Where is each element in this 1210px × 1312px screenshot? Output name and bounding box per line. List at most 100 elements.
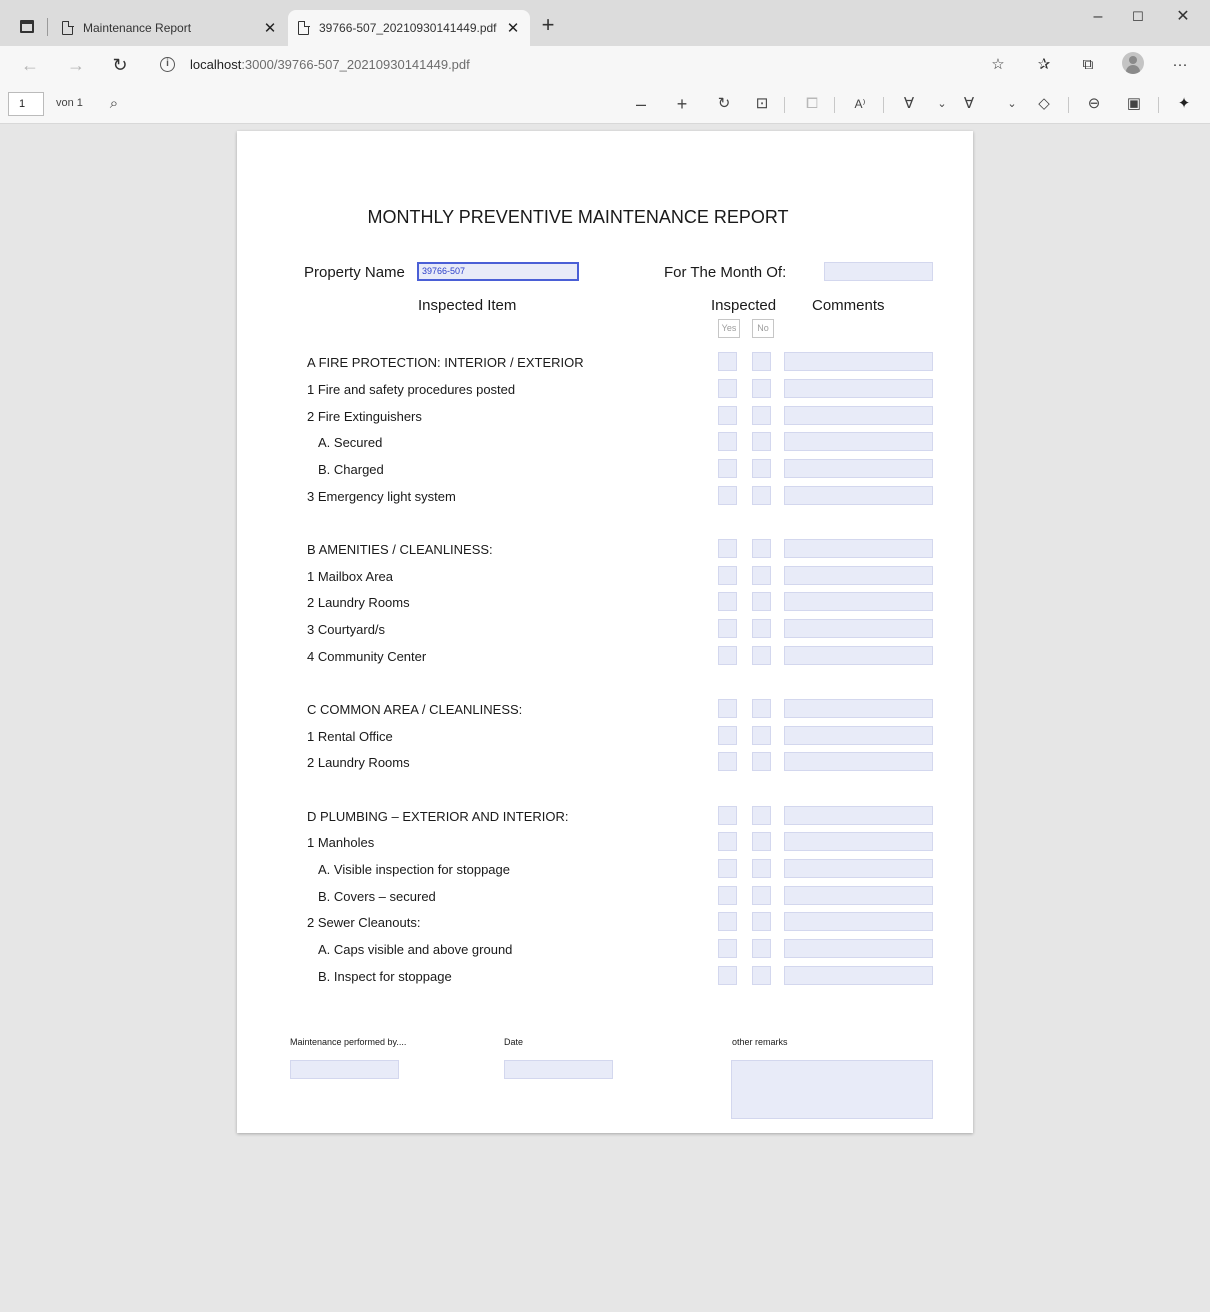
yes-checkbox[interactable] [718,432,737,451]
yes-checkbox[interactable] [718,406,737,425]
close-icon[interactable]: ✕ [259,19,281,37]
profile-avatar[interactable] [1122,52,1144,74]
date-field[interactable] [504,1060,613,1079]
comment-field[interactable] [784,459,933,478]
comment-field[interactable] [784,939,933,958]
no-checkbox[interactable] [752,859,771,878]
yes-checkbox[interactable] [718,886,737,905]
remarks-field[interactable] [731,1060,933,1119]
comment-field[interactable] [784,539,933,558]
chevron-down-icon[interactable]: ⌄ [928,90,956,118]
comment-field[interactable] [784,806,933,825]
no-checkbox[interactable] [752,592,771,611]
close-window-button[interactable]: ✕ [1163,6,1203,30]
page-number-input[interactable]: 1 [8,92,44,116]
no-checkbox[interactable] [752,432,771,451]
zoom-out-icon[interactable]: – [627,90,655,118]
no-checkbox[interactable] [752,966,771,985]
draw-icon[interactable]: ∀ [895,90,923,118]
no-checkbox[interactable] [752,912,771,931]
yes-checkbox[interactable] [718,699,737,718]
no-checkbox[interactable] [752,406,771,425]
yes-checkbox[interactable] [718,486,737,505]
performed-by-field[interactable] [290,1060,399,1079]
no-checkbox[interactable] [752,726,771,745]
yes-checkbox[interactable] [718,939,737,958]
comment-field[interactable] [784,832,933,851]
no-checkbox[interactable] [752,646,771,665]
chevron-down-icon[interactable]: ⌄ [998,90,1026,118]
save-icon[interactable]: ▣ [1120,90,1148,118]
tab-pdf[interactable]: 39766-507_20210930141449.pdf ✕ [288,10,530,46]
yes-checkbox[interactable] [718,832,737,851]
no-checkbox[interactable] [752,832,771,851]
no-checkbox[interactable] [752,886,771,905]
no-checkbox[interactable] [752,699,771,718]
collections-icon[interactable]: ⧉ [1074,51,1102,79]
erase-icon[interactable]: ◇ [1030,90,1058,118]
url-field[interactable]: localhost:3000/39766-507_20210930141449.… [190,57,470,72]
maximize-button[interactable]: ☐ [1118,6,1158,30]
tab-maintenance-report[interactable]: Maintenance Report ✕ [52,10,287,46]
comment-field[interactable] [784,406,933,425]
yes-checkbox[interactable] [718,752,737,771]
read-aloud-icon[interactable]: A⁾ [846,90,874,118]
yes-checkbox[interactable] [718,592,737,611]
yes-checkbox[interactable] [718,566,737,585]
comment-field[interactable] [784,619,933,638]
add-favorite-icon[interactable]: ☆ [984,51,1012,79]
comment-field[interactable] [784,592,933,611]
yes-checkbox[interactable] [718,379,737,398]
more-icon[interactable]: ··· [1166,51,1194,79]
highlight-icon[interactable]: ∀ [955,90,983,118]
print-icon[interactable]: ⊖ [1080,90,1108,118]
no-checkbox[interactable] [752,379,771,398]
no-checkbox[interactable] [752,352,771,371]
yes-checkbox[interactable] [718,726,737,745]
month-field[interactable] [824,262,933,281]
comment-field[interactable] [784,379,933,398]
tab-actions-icon[interactable] [20,20,34,33]
yes-checkbox[interactable] [718,806,737,825]
no-checkbox[interactable] [752,566,771,585]
favorites-icon[interactable]: ✰ [1030,51,1058,79]
comment-field[interactable] [784,352,933,371]
no-checkbox[interactable] [752,939,771,958]
no-checkbox[interactable] [752,806,771,825]
rotate-icon[interactable]: ↻ [710,90,738,118]
yes-checkbox[interactable] [718,859,737,878]
yes-checkbox[interactable] [718,646,737,665]
property-name-field[interactable]: 39766-507 [417,262,579,281]
yes-checkbox[interactable] [718,352,737,371]
close-icon[interactable]: ✕ [502,19,524,37]
fit-page-icon[interactable]: ⊡ [748,90,776,118]
page-view-icon[interactable]: ⧠ [798,90,826,118]
comment-field[interactable] [784,966,933,985]
search-icon[interactable]: ⌕ [100,90,128,118]
no-checkbox[interactable] [752,486,771,505]
no-checkbox[interactable] [752,752,771,771]
comment-field[interactable] [784,859,933,878]
no-checkbox[interactable] [752,539,771,558]
comment-field[interactable] [784,752,933,771]
yes-checkbox[interactable] [718,912,737,931]
no-checkbox[interactable] [752,459,771,478]
comment-field[interactable] [784,726,933,745]
new-tab-button[interactable]: + [537,13,559,39]
yes-checkbox[interactable] [718,539,737,558]
yes-checkbox[interactable] [718,459,737,478]
zoom-in-icon[interactable]: + [668,90,696,118]
forward-icon[interactable]: → [62,51,90,79]
comment-field[interactable] [784,432,933,451]
yes-checkbox[interactable] [718,966,737,985]
info-icon[interactable]: i [160,57,175,72]
yes-checkbox[interactable] [718,619,737,638]
comment-field[interactable] [784,646,933,665]
minimize-button[interactable]: – [1078,6,1118,30]
comment-field[interactable] [784,566,933,585]
comment-field[interactable] [784,486,933,505]
no-checkbox[interactable] [752,619,771,638]
back-icon[interactable]: ← [16,51,44,79]
comment-field[interactable] [784,699,933,718]
comment-field[interactable] [784,912,933,931]
